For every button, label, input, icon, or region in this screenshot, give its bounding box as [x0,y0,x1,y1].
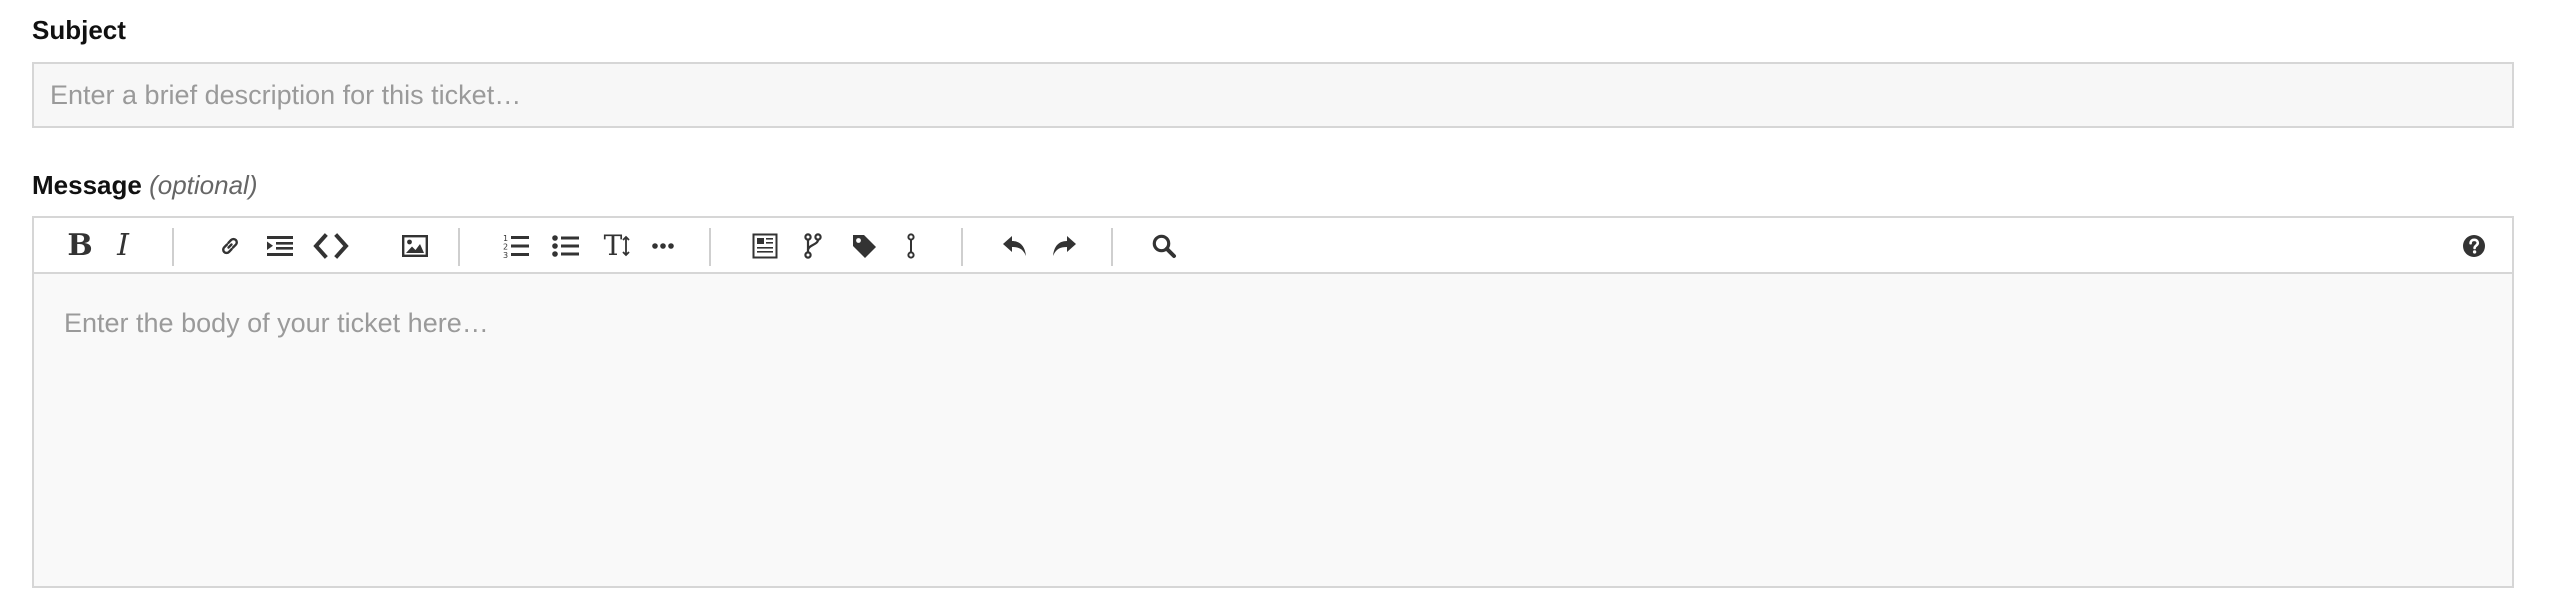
horizontal-rule-button[interactable] [643,228,683,264]
undo-button[interactable] [995,228,1035,264]
milestone-button[interactable] [891,228,931,264]
ordered-list-icon: 1 2 3 [503,234,529,259]
question-icon [2463,235,2485,257]
label-button[interactable] [844,228,884,264]
optional-hint: (optional) [149,170,258,200]
help-button[interactable] [2454,228,2494,264]
text-size-icon: T [604,231,631,261]
merge-request-button[interactable] [793,228,833,264]
undo-icon [1003,236,1026,256]
editor-toolbar: B I 1 2 3 T [34,218,2512,274]
bullet-list-button[interactable] [546,228,586,264]
text-size-arrows-icon [622,235,630,257]
code-button[interactable] [311,228,351,264]
svg-text:3: 3 [503,251,508,259]
redo-button[interactable] [1044,228,1084,264]
italic-button[interactable]: I [110,228,136,264]
search-button[interactable] [1144,228,1184,264]
toolbar-divider [961,228,963,266]
message-label: Message (optional) [32,170,257,200]
toolbar-divider [458,228,460,266]
ordered-list-button[interactable]: 1 2 3 [496,228,536,264]
branch-icon [804,233,822,259]
image-button[interactable] [395,228,435,264]
bold-button[interactable]: B [60,228,100,264]
milestone-icon [907,233,915,259]
subject-label: Subject [32,15,126,45]
link-icon [222,237,238,255]
heading-glyph: T [603,229,623,262]
search-icon [1152,234,1176,258]
bullet-list-icon [552,235,579,257]
blockquote-icon [267,236,293,256]
link-button[interactable] [210,228,250,264]
code-icon [313,233,349,259]
heading-button[interactable]: T [597,228,637,264]
message-body-textarea[interactable] [34,274,2512,586]
ellipsis-icon [652,243,674,249]
subject-label-text: Subject [32,15,126,45]
italic-icon: I [117,228,129,263]
document-icon [752,233,778,259]
toolbar-divider [172,228,174,266]
message-editor: B I 1 2 3 T Enter the body of your ticke… [32,216,2514,588]
toolbar-divider [1111,228,1113,266]
image-icon [402,235,428,257]
message-label-text: Message [32,170,142,200]
redo-icon [1053,236,1076,256]
subject-input[interactable] [32,62,2514,128]
issue-button[interactable] [745,228,785,264]
tag-icon [853,235,876,258]
blockquote-button[interactable] [260,228,300,264]
toolbar-divider [709,228,711,266]
bold-icon: B [67,228,93,263]
